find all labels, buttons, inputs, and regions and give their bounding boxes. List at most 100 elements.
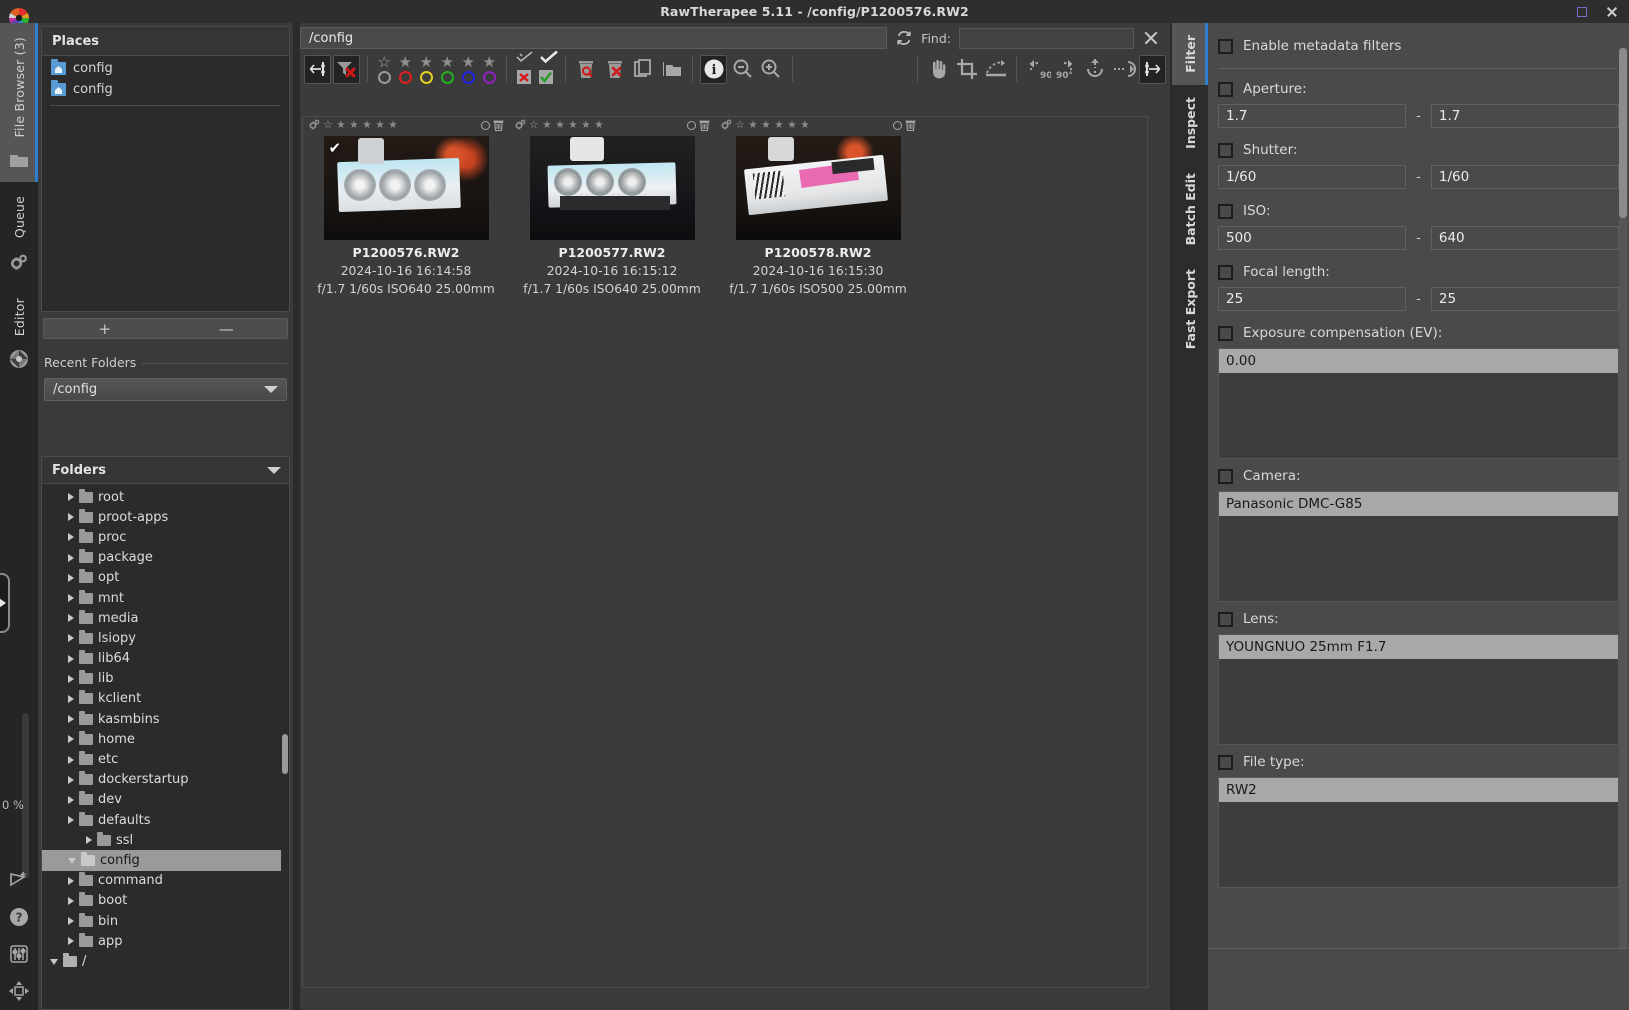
- tree-row[interactable]: /: [42, 951, 289, 971]
- crop-icon[interactable]: [954, 55, 981, 84]
- thumbnail-rating-star[interactable]: ★: [580, 119, 592, 131]
- tree-row[interactable]: command: [42, 871, 289, 891]
- zoom-out-icon[interactable]: [729, 55, 756, 84]
- tree-row[interactable]: proc: [42, 527, 289, 547]
- enable-metadata-filters-row[interactable]: Enable metadata filters: [1218, 38, 1619, 54]
- chevron-right-icon[interactable]: [68, 896, 74, 905]
- filter-checkbox[interactable]: [1218, 754, 1233, 770]
- enable-metadata-filters-checkbox[interactable]: [1218, 38, 1233, 54]
- chevron-right-icon[interactable]: [68, 775, 74, 784]
- filter-field-header[interactable]: Shutter:: [1218, 142, 1619, 158]
- thumbnail-rating-star[interactable]: ★: [799, 119, 811, 131]
- thumbnail-cell[interactable]: ☆ ★ ★ ★ ★ ★ P1200578.RW2 2024-10-16 16:15:30 f/1…: [715, 117, 921, 296]
- filter-max-input[interactable]: 1.7: [1430, 104, 1620, 128]
- chevron-right-icon[interactable]: [68, 614, 74, 623]
- tree-row[interactable]: app: [42, 931, 289, 951]
- tree-row[interactable]: root: [42, 487, 289, 507]
- filter-field-header[interactable]: Aperture:: [1218, 81, 1619, 97]
- filter-rank2-button[interactable]: ★: [417, 54, 436, 70]
- straighten-icon[interactable]: [983, 55, 1010, 84]
- help-icon[interactable]: ?: [8, 906, 30, 928]
- filter-checkbox[interactable]: [1218, 264, 1233, 280]
- thumbnail-rating-star[interactable]: ★: [348, 119, 360, 131]
- chevron-right-icon[interactable]: [68, 493, 74, 502]
- clear-filters-button[interactable]: [332, 54, 360, 84]
- tree-row[interactable]: defaults: [42, 810, 289, 830]
- clear-icon[interactable]: [1142, 29, 1160, 47]
- filter-rank1-button[interactable]: ★: [396, 54, 415, 70]
- filter-list-header[interactable]: Lens:: [1218, 611, 1619, 627]
- color-label-red-button[interactable]: [398, 70, 412, 84]
- filter-list-box[interactable]: Panasonic DMC-G85: [1218, 491, 1619, 602]
- hand-icon[interactable]: [925, 55, 952, 84]
- chevron-right-icon[interactable]: [68, 513, 74, 522]
- tree-row[interactable]: proot-apps: [42, 507, 289, 527]
- tree-row[interactable]: dockerstartup: [42, 770, 289, 790]
- filter-unedited-button[interactable]: [516, 49, 534, 68]
- refresh-icon[interactable]: [895, 29, 913, 47]
- chevron-right-icon[interactable]: [68, 573, 74, 582]
- filter-checkbox[interactable]: [1218, 81, 1233, 97]
- chevron-right-icon[interactable]: [68, 937, 74, 946]
- tab-filter[interactable]: Filter: [1172, 23, 1208, 85]
- flip-horizontal-icon[interactable]: [1110, 55, 1137, 84]
- thumbnail-rating-star[interactable]: ★: [760, 119, 772, 131]
- thumbnail-rating-star[interactable]: ★: [541, 119, 553, 131]
- color-label-purple-button[interactable]: [482, 70, 496, 84]
- thumbnail-rating-star[interactable]: ★: [747, 119, 759, 131]
- filter-field-header[interactable]: ISO:: [1218, 203, 1619, 219]
- toggle-right-panel-button[interactable]: [1139, 54, 1166, 84]
- filter-list-box[interactable]: 0.00: [1218, 348, 1619, 459]
- filter-list-box[interactable]: YOUNGNUO 25mm F1.7: [1218, 634, 1619, 745]
- chevron-right-icon[interactable]: [68, 533, 74, 542]
- chevron-right-icon[interactable]: [86, 836, 92, 845]
- color-label-none-button[interactable]: [377, 70, 391, 84]
- tree-row[interactable]: mnt: [42, 588, 289, 608]
- tab-inspect[interactable]: Inspect: [1172, 85, 1208, 161]
- chevron-right-icon[interactable]: [68, 654, 74, 663]
- thumbnail-rating-unrated[interactable]: ☆: [528, 119, 540, 131]
- thumbnail-rating-star[interactable]: ★: [567, 119, 579, 131]
- tree-row[interactable]: package: [42, 548, 289, 568]
- filter-list-selected[interactable]: RW2: [1219, 778, 1618, 802]
- thumbnail-rating-star[interactable]: ★: [593, 119, 605, 131]
- find-input[interactable]: [959, 27, 1134, 49]
- filter-list-selected[interactable]: YOUNGNUO 25mm F1.7: [1219, 635, 1618, 659]
- tab-batch-edit[interactable]: Batch Edit: [1172, 161, 1208, 257]
- open-folder-icon[interactable]: [659, 55, 686, 84]
- gears-icon[interactable]: [514, 116, 527, 135]
- filter-list-body[interactable]: [1219, 516, 1618, 601]
- empty-trash-button[interactable]: [601, 55, 628, 84]
- filter-list-header[interactable]: File type:: [1218, 754, 1619, 770]
- filter-max-input[interactable]: 1/60: [1430, 165, 1620, 189]
- filter-rank5-button[interactable]: ★: [480, 54, 499, 70]
- tree-row[interactable]: kasmbins: [42, 709, 289, 729]
- filter-list-box[interactable]: RW2: [1218, 777, 1619, 888]
- toggle-info-button[interactable]: i: [700, 54, 728, 84]
- filter-max-input[interactable]: 640: [1430, 226, 1620, 250]
- trash-inspect-button[interactable]: [573, 55, 600, 84]
- rotate-right-90-icon[interactable]: 90°: [1053, 55, 1080, 84]
- chevron-right-icon[interactable]: [68, 553, 74, 562]
- tree-row[interactable]: etc: [42, 749, 289, 769]
- preferences-sliders-icon[interactable]: [8, 943, 30, 965]
- chevron-right-icon[interactable]: [68, 634, 74, 643]
- thumbnail-color-label-icon[interactable]: [687, 120, 696, 130]
- tree-row[interactable]: ssl: [42, 830, 289, 850]
- thumbnail-image[interactable]: [735, 136, 901, 240]
- thumbnail-color-label-icon[interactable]: [893, 120, 902, 130]
- list-item[interactable]: config: [42, 58, 289, 79]
- add-place-button[interactable]: +: [44, 319, 166, 338]
- chevron-right-icon[interactable]: [68, 876, 74, 885]
- thumbnail-rating-star[interactable]: ★: [387, 119, 399, 131]
- toggle-left-panel-button[interactable]: [304, 54, 331, 84]
- gears-icon[interactable]: [720, 116, 733, 135]
- chevron-right-icon[interactable]: [68, 795, 74, 804]
- thumbnail-rating-star[interactable]: ★: [786, 119, 798, 131]
- tree-row[interactable]: media: [42, 608, 289, 628]
- thumbnail-trash-icon[interactable]: [905, 116, 916, 135]
- tree-row[interactable]: lib64: [42, 649, 289, 669]
- color-label-yellow-button[interactable]: [419, 70, 433, 84]
- filter-list-header[interactable]: Exposure compensation (EV):: [1218, 325, 1619, 341]
- folders-header[interactable]: Folders: [42, 457, 289, 484]
